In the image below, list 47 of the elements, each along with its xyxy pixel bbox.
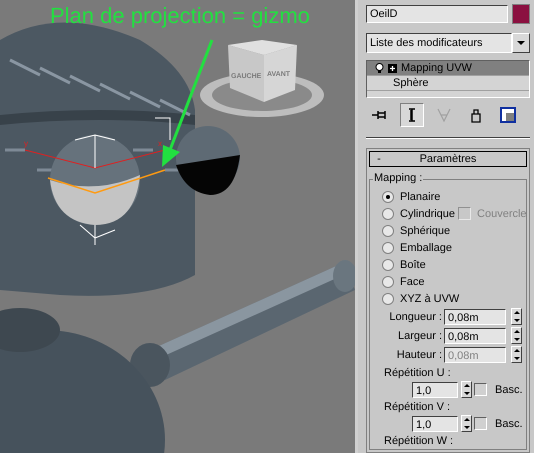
annotation-text: Plan de projection = gizmo — [50, 3, 310, 29]
group-label: Mapping : — [373, 172, 424, 184]
field-label: Répétition W : — [383, 434, 454, 449]
color-swatch[interactable] — [512, 4, 530, 24]
expand-icon[interactable] — [388, 64, 397, 72]
light-bulb-icon[interactable] — [375, 62, 384, 74]
field-label: Répétition U : — [383, 366, 452, 381]
checkbox-label: Couvercle — [477, 208, 527, 220]
axis-label: y — [24, 139, 28, 148]
radio-label: Boîte — [400, 258, 426, 270]
rollout-header[interactable]: - Paramètres — [369, 151, 527, 167]
radio-label: Emballage — [400, 242, 452, 254]
checkbox[interactable] — [474, 417, 487, 430]
field-label: Largeur : — [396, 330, 442, 342]
spinner[interactable] — [511, 346, 522, 363]
checkbox[interactable] — [474, 383, 487, 396]
checkbox-label: Basc. — [495, 418, 523, 430]
stack-item[interactable]: Sphère — [367, 76, 529, 91]
spinner[interactable] — [511, 327, 522, 344]
stack-item[interactable]: Mapping UVW — [367, 61, 529, 76]
caret-icon — [517, 40, 525, 46]
radio-label: Planaire — [400, 190, 440, 202]
radio-button[interactable] — [382, 208, 394, 220]
object-name-field[interactable]: OeilD — [366, 5, 508, 23]
radio-label: Sphérique — [400, 224, 450, 236]
axis-label: x — [158, 139, 162, 148]
spinner[interactable] — [461, 381, 472, 398]
field-label: Hauteur : — [396, 348, 442, 360]
radio-button[interactable] — [382, 258, 394, 270]
radio-button[interactable] — [382, 242, 394, 254]
radio-button[interactable] — [382, 190, 394, 202]
field-label: Répétition V : — [383, 400, 452, 415]
radio-label: XYZ à UVW — [400, 292, 460, 304]
radio-button[interactable] — [382, 292, 394, 304]
window-grid-icon[interactable] — [499, 106, 517, 124]
number-field[interactable]: 0,08m — [444, 308, 506, 324]
number-field[interactable]: 1,0 — [412, 416, 458, 432]
spinner[interactable] — [511, 308, 522, 325]
radio-label: Cylindrique — [400, 208, 456, 220]
radio-label: Face — [400, 276, 424, 288]
radio-button[interactable] — [382, 224, 394, 236]
checkbox-label: Basc. — [495, 384, 523, 396]
radio-button[interactable] — [382, 276, 394, 288]
number-field[interactable]: 1,0 — [412, 382, 458, 398]
spinner[interactable] — [461, 415, 472, 432]
field-label: Longueur : — [388, 310, 442, 322]
number-field[interactable]: 0,08m — [444, 328, 506, 344]
